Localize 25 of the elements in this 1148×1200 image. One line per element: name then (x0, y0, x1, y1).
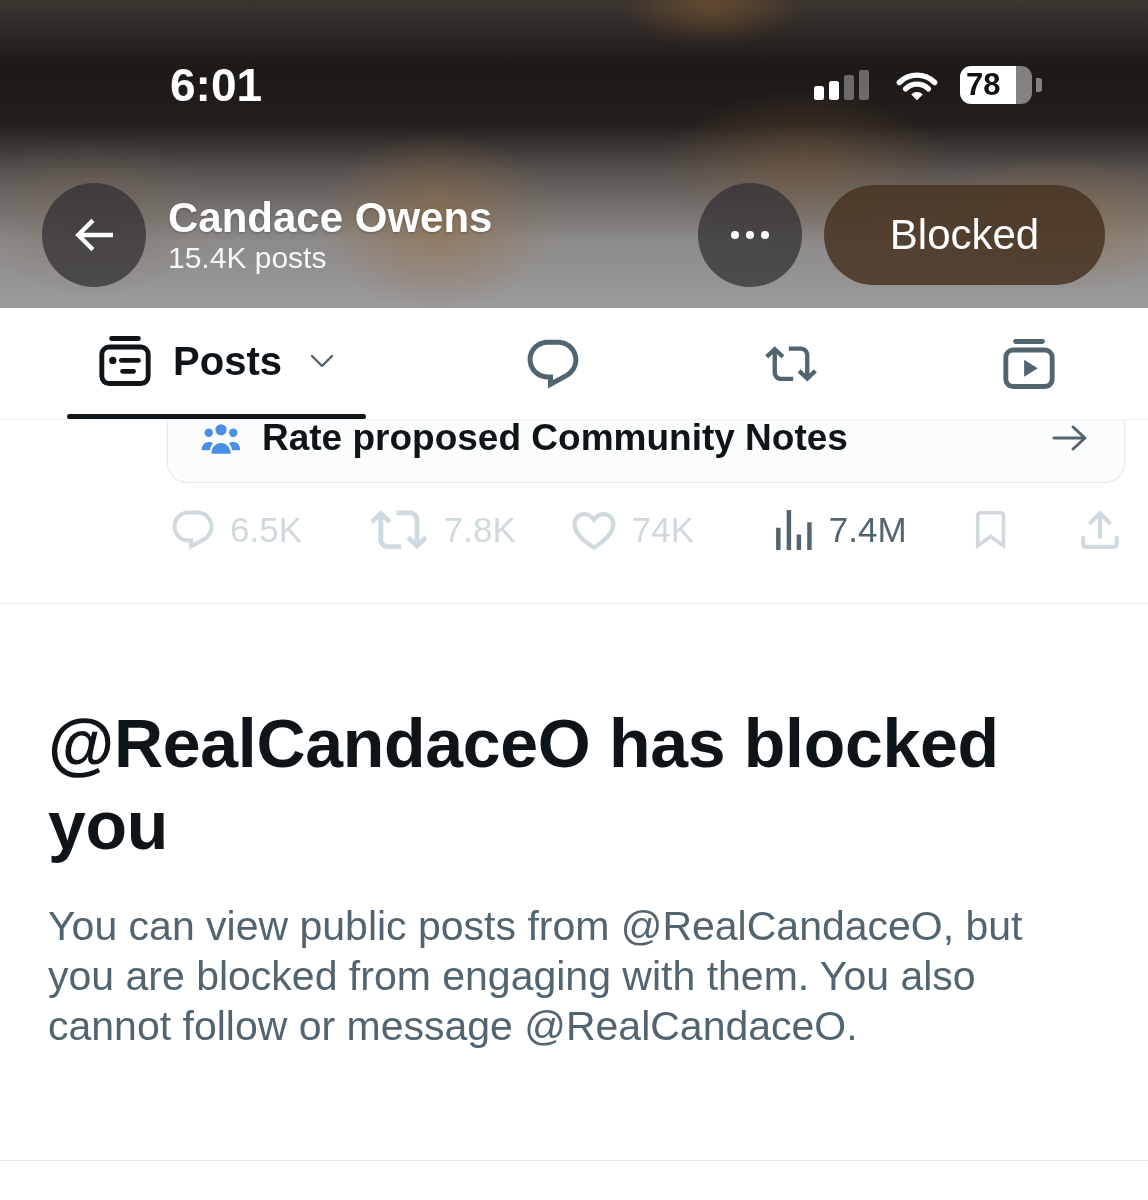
views-button[interactable]: 7.4M (775, 505, 975, 555)
repost-icon (370, 510, 428, 550)
profile-name: Candace Owens (168, 195, 493, 241)
battery-indicator: 78 (960, 66, 1042, 104)
blocked-button[interactable]: Blocked (824, 185, 1105, 285)
signal-icon (814, 70, 870, 100)
post-list-icon (99, 336, 152, 386)
posts-tab[interactable]: Posts (67, 308, 366, 419)
chevron-down-icon (309, 354, 334, 368)
community-notes-prompt[interactable]: Rate proposed Community Notes (167, 420, 1125, 483)
more-icon (731, 231, 769, 239)
speech-bubble-icon (527, 338, 579, 389)
reply-icon (172, 510, 214, 550)
post-count: 15.4K posts (168, 241, 328, 275)
heart-icon (572, 510, 616, 550)
bar-chart-icon (775, 510, 813, 550)
status-time: 6:01 (170, 59, 263, 111)
blocked-heading: @RealCandaceO has blocked you (48, 704, 1000, 865)
blocked-message: You can view public posts from @RealCandaceO, but you are blocked from engaging with them. You also cannot follow or message @RealCandaceO. (48, 902, 1024, 1051)
share-icon (1080, 510, 1120, 550)
video-icon (1003, 338, 1055, 389)
people-icon (200, 421, 242, 455)
bookmark-icon (975, 510, 1007, 550)
arrow-right-icon (1052, 424, 1088, 452)
back-arrow-icon (75, 216, 113, 254)
